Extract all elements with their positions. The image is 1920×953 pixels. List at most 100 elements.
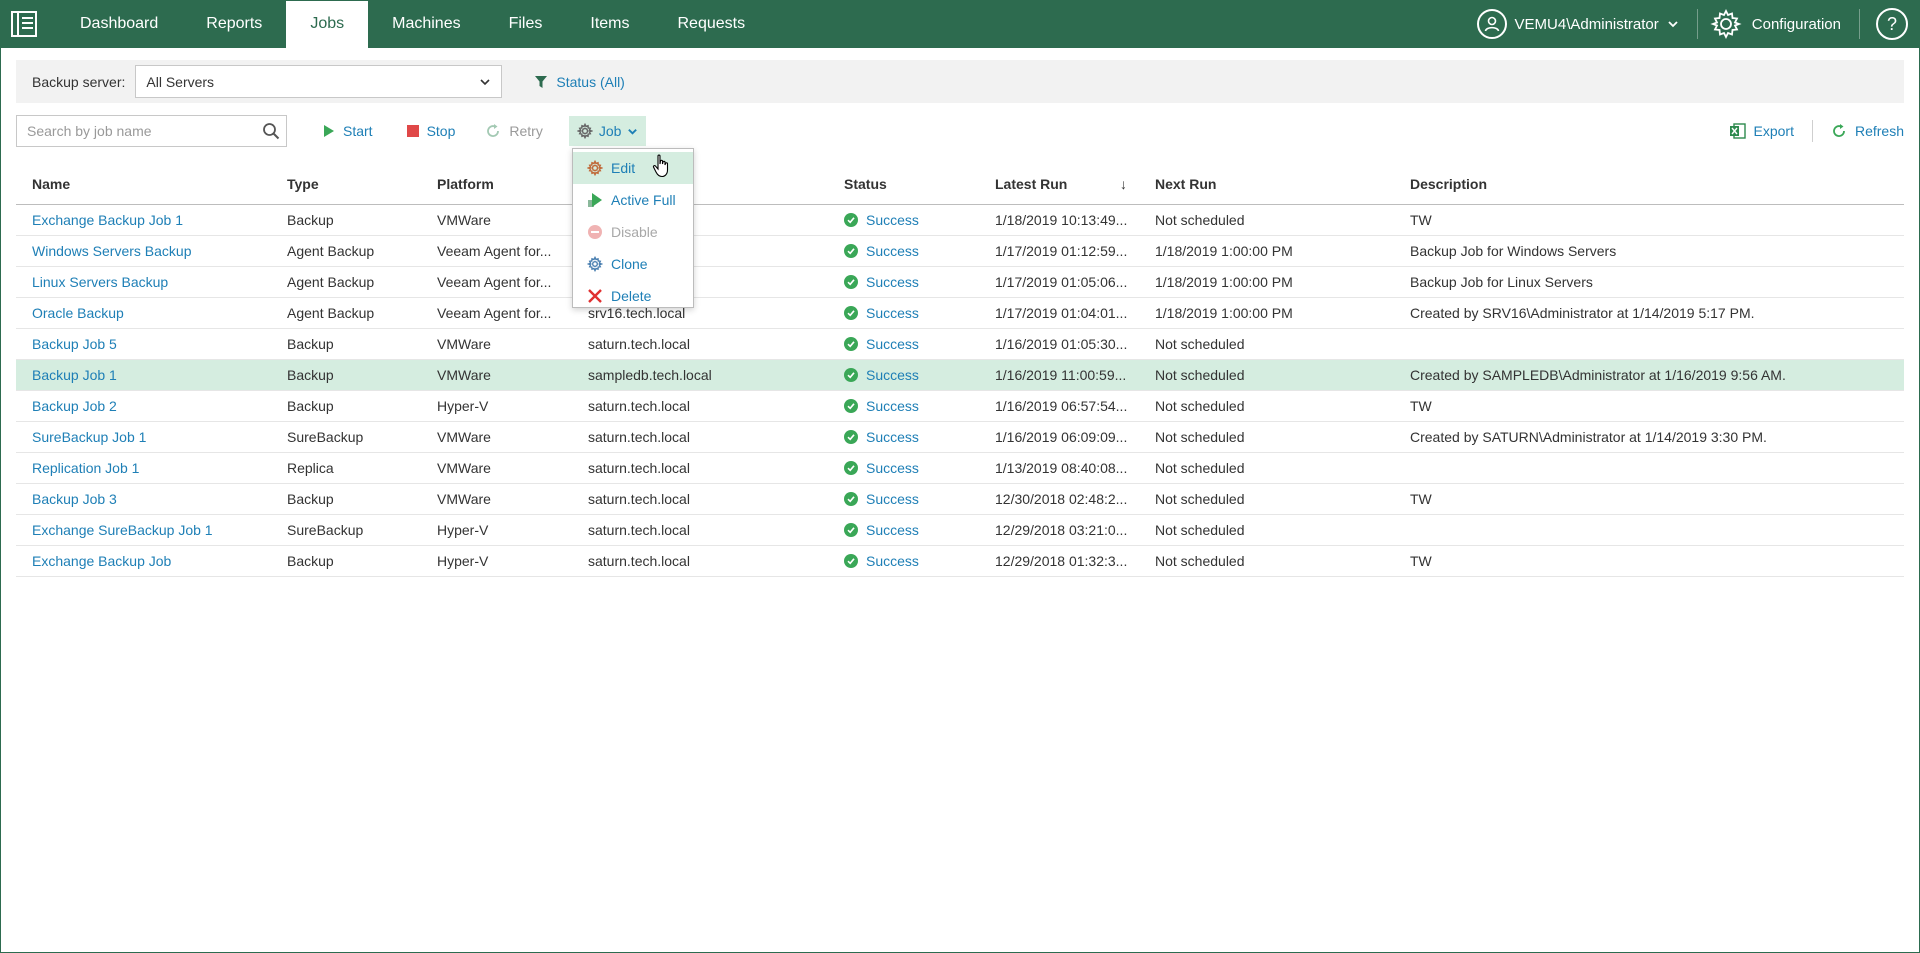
job-server: saturn.tech.local <box>588 460 690 476</box>
job-status-link[interactable]: Success <box>866 305 919 321</box>
table-row[interactable]: Backup Job 5 Backup VMWare saturn.tech.loca… <box>16 329 1904 360</box>
job-platform: VMWare <box>437 491 491 507</box>
user-menu[interactable]: VEMU4\Administrator <box>1476 9 1697 39</box>
table-row[interactable]: Linux Servers Backup Agent Backup Veeam Ag… <box>16 267 1904 298</box>
success-check-icon <box>844 399 858 413</box>
job-latest-run: 1/16/2019 01:05:30... <box>979 336 1139 352</box>
help-button[interactable]: ? <box>1860 8 1920 40</box>
job-name-link[interactable]: Backup Job 5 <box>16 336 271 352</box>
tab-dashboard[interactable]: Dashboard <box>56 0 182 48</box>
job-name-link[interactable]: Backup Job 3 <box>16 491 271 507</box>
stop-button[interactable]: Stop <box>406 123 455 139</box>
job-status-link[interactable]: Success <box>866 212 919 228</box>
menu-item-label: Edit <box>611 160 636 176</box>
job-name-link[interactable]: Backup Job 1 <box>16 367 271 383</box>
job-name-link[interactable]: Oracle Backup <box>16 305 271 321</box>
job-name-link[interactable]: Exchange SureBackup Job 1 <box>16 522 271 538</box>
job-next-run: Not scheduled <box>1155 212 1245 228</box>
job-status-link[interactable]: Success <box>866 274 919 290</box>
table-row[interactable]: Exchange Backup Job 1 Backup VMWare Success… <box>16 205 1904 236</box>
job-name-link[interactable]: Linux Servers Backup <box>16 274 271 290</box>
chevron-down-icon <box>628 128 638 135</box>
job-menu-button[interactable]: Job <box>568 116 647 146</box>
clone-icon <box>587 256 603 272</box>
column-header-latest-run[interactable]: Latest Run ↓ <box>979 176 1139 192</box>
job-latest-run: 1/16/2019 06:57:54... <box>979 398 1139 414</box>
tab-machines[interactable]: Machines <box>368 0 484 48</box>
column-header-platform[interactable]: Platform <box>421 176 572 192</box>
job-type: Backup <box>287 398 334 414</box>
start-label: Start <box>343 123 373 139</box>
latest-run-value: 1/17/2019 01:12:59... <box>995 243 1128 259</box>
success-check-icon <box>844 306 858 320</box>
table-row[interactable]: SureBackup Job 1 SureBackup VMWare saturn.t… <box>16 422 1904 453</box>
tab-files[interactable]: Files <box>485 0 567 48</box>
table-row[interactable]: Windows Servers Backup Agent Backup Veeam … <box>16 236 1904 267</box>
job-name-link[interactable]: Windows Servers Backup <box>16 243 271 259</box>
column-header-next-run[interactable]: Next Run <box>1139 176 1394 192</box>
job-description: Created by SAMPLEDB\Administrator at 1/1… <box>1410 367 1786 383</box>
job-platform: VMWare <box>437 367 491 383</box>
tab-items[interactable]: Items <box>566 0 653 48</box>
job-status-link[interactable]: Success <box>866 522 919 538</box>
table-row[interactable]: Exchange Backup Job Backup Hyper-V saturn.t… <box>16 546 1904 577</box>
table-row[interactable]: Backup Job 1 Backup VMWare sampledb.tech.lo… <box>16 360 1904 391</box>
success-check-icon <box>844 492 858 506</box>
search-icon[interactable] <box>262 122 280 140</box>
refresh-button[interactable]: Refresh <box>1831 123 1904 139</box>
job-name-link[interactable]: Exchange Backup Job <box>16 553 271 569</box>
column-header-description[interactable]: Description <box>1394 176 1904 192</box>
tab-requests[interactable]: Requests <box>654 0 770 48</box>
success-check-icon <box>844 337 858 351</box>
column-header-type[interactable]: Type <box>271 176 421 192</box>
menu-item-disable[interactable]: Disable <box>573 216 693 248</box>
table-row[interactable]: Backup Job 3 Backup VMWare saturn.tech.loca… <box>16 484 1904 515</box>
job-latest-run: 1/16/2019 11:00:59... <box>979 367 1139 383</box>
job-status-link[interactable]: Success <box>866 460 919 476</box>
job-status-link[interactable]: Success <box>866 553 919 569</box>
latest-run-value: 1/16/2019 06:09:09... <box>995 429 1128 445</box>
configuration-button[interactable]: Configuration <box>1698 8 1859 40</box>
column-header-status[interactable]: Status <box>828 176 979 192</box>
export-button[interactable]: Export <box>1729 123 1794 139</box>
tab-reports[interactable]: Reports <box>182 0 286 48</box>
job-status-link[interactable]: Success <box>866 491 919 507</box>
table-row[interactable]: Exchange SureBackup Job 1 SureBackup Hyper… <box>16 515 1904 546</box>
job-status-link[interactable]: Success <box>866 367 919 383</box>
menu-item-delete[interactable]: Delete <box>573 280 693 312</box>
tab-jobs[interactable]: Jobs <box>286 0 369 48</box>
job-server: saturn.tech.local <box>588 336 690 352</box>
job-name-link[interactable]: Exchange Backup Job 1 <box>16 212 271 228</box>
job-name-link[interactable]: Replication Job 1 <box>16 460 271 476</box>
start-button[interactable]: Start <box>323 123 373 139</box>
job-status-link[interactable]: Success <box>866 429 919 445</box>
menu-item-active-full[interactable]: Active Full <box>573 184 693 216</box>
job-name-link[interactable]: SureBackup Job 1 <box>16 429 271 445</box>
job-status: Success <box>828 398 979 414</box>
job-status-link[interactable]: Success <box>866 243 919 259</box>
status-filter-button[interactable]: Status (All) <box>534 74 625 90</box>
job-status-link[interactable]: Success <box>866 398 919 414</box>
success-check-icon <box>844 554 858 568</box>
search-box <box>16 115 287 147</box>
job-name-link[interactable]: Backup Job 2 <box>16 398 271 414</box>
column-header-name[interactable]: Name <box>16 176 271 192</box>
retry-label: Retry <box>509 123 543 139</box>
job-latest-run: 1/16/2019 06:09:09... <box>979 429 1139 445</box>
success-check-icon <box>844 368 858 382</box>
retry-button[interactable]: Retry <box>485 123 543 139</box>
backup-server-select[interactable]: All Servers <box>135 65 503 98</box>
menu-item-edit[interactable]: Edit <box>573 152 693 184</box>
table-row[interactable]: Replication Job 1 Replica VMWare saturn.tec… <box>16 453 1904 484</box>
job-status-link[interactable]: Success <box>866 336 919 352</box>
table-row[interactable]: Backup Job 2 Backup Hyper-V saturn.tech.loc… <box>16 391 1904 422</box>
table-row[interactable]: Oracle Backup Agent Backup Veeam Agent for… <box>16 298 1904 329</box>
toolbar-divider <box>1811 120 1813 142</box>
menu-item-clone[interactable]: Clone <box>573 248 693 280</box>
job-server: saturn.tech.local <box>588 429 690 445</box>
job-platform: VMWare <box>437 212 491 228</box>
job-description: Created by SATURN\Administrator at 1/14/… <box>1410 429 1767 445</box>
job-status: Success <box>828 212 979 228</box>
app-logo-icon[interactable] <box>0 0 48 48</box>
search-input[interactable] <box>27 123 247 139</box>
